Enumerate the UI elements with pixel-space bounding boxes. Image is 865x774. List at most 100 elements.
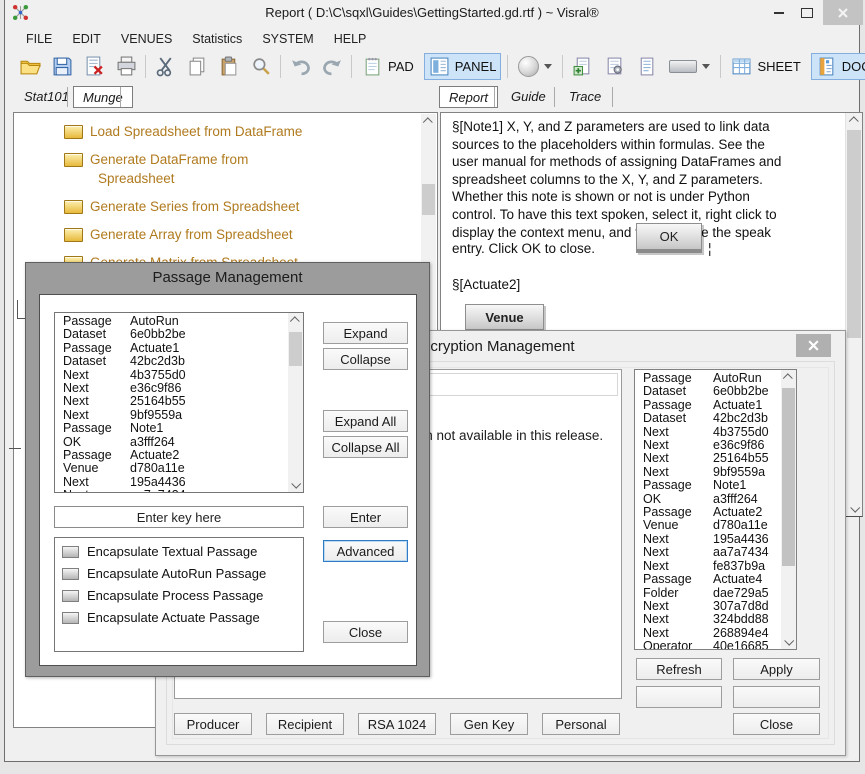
- scroll-up-arrow[interactable]: [846, 113, 862, 128]
- list-row[interactable]: Passage Actuate1: [635, 399, 781, 412]
- list-row[interactable]: Venue d780a11e: [635, 519, 781, 532]
- encryption-role-button[interactable]: Producer: [174, 713, 252, 735]
- list-row[interactable]: Next 25164b55: [55, 395, 288, 408]
- menu-item[interactable]: FILE: [17, 29, 61, 49]
- encapsulate-option[interactable]: Encapsulate Process Passage: [62, 588, 303, 603]
- undo-icon[interactable]: [287, 54, 313, 80]
- tree-item[interactable]: Generate Array from Spreadsheet: [64, 225, 364, 244]
- list-row[interactable]: Folder dae729a5: [635, 587, 781, 600]
- tab-stat101[interactable]: Stat101: [15, 86, 78, 106]
- encapsulate-option[interactable]: Encapsulate AutoRun Passage: [62, 566, 303, 581]
- advanced-button[interactable]: Advanced: [323, 540, 408, 562]
- cut-icon[interactable]: [152, 54, 178, 80]
- menu-item[interactable]: HELP: [325, 29, 376, 49]
- tree-item[interactable]: Load Spreadsheet from DataFrame: [64, 122, 364, 141]
- list-row[interactable]: Passage Actuate2: [635, 506, 781, 519]
- key-input[interactable]: [54, 506, 304, 528]
- list-row[interactable]: Operator 40e16685: [635, 640, 781, 650]
- list-scrollbar[interactable]: [781, 370, 796, 649]
- list-row[interactable]: Passage AutoRun: [55, 315, 288, 328]
- tab-guide[interactable]: Guide: [502, 86, 555, 106]
- list-row[interactable]: OK a3fff264: [635, 493, 781, 506]
- list-scrollbar[interactable]: [288, 313, 303, 492]
- encryption-role-button[interactable]: RSA 1024: [358, 713, 436, 735]
- insert-process-icon[interactable]: [601, 54, 627, 80]
- delete-document-icon[interactable]: [81, 54, 107, 80]
- pad-button[interactable]: PAD: [358, 54, 418, 79]
- encapsulate-list[interactable]: Encapsulate Textual Passage Encapsulate …: [54, 537, 304, 652]
- list-row[interactable]: Venue d780a11e: [55, 462, 288, 475]
- expand-all-button[interactable]: Expand All: [323, 410, 408, 432]
- list-row[interactable]: Next 307a7d8d: [635, 600, 781, 613]
- list-row[interactable]: Passage Note1: [55, 422, 288, 435]
- encapsulate-option[interactable]: Encapsulate Actuate Passage: [62, 610, 303, 625]
- menu-item[interactable]: SYSTEM: [253, 29, 322, 49]
- menu-item[interactable]: VENUES: [112, 29, 181, 49]
- menu-item[interactable]: Statistics: [183, 29, 251, 49]
- list-row[interactable]: Dataset 42bc2d3b: [55, 355, 288, 368]
- apply-button[interactable]: Apply: [733, 658, 820, 680]
- doc-button[interactable]: DOC: [811, 53, 865, 80]
- report-scrollbar[interactable]: [845, 113, 862, 516]
- scroll-up-arrow[interactable]: [288, 313, 303, 328]
- scroll-thumb[interactable]: [422, 184, 435, 215]
- close-button[interactable]: [823, 0, 863, 25]
- scroll-down-arrow[interactable]: [288, 477, 303, 492]
- list-row[interactable]: Next fe837b9a: [635, 560, 781, 573]
- tab-report[interactable]: Report: [439, 86, 498, 108]
- list-row[interactable]: Next 25164b55: [635, 452, 781, 465]
- insert-sheet-icon[interactable]: [569, 54, 595, 80]
- list-row[interactable]: Next 4b3755d0: [635, 426, 781, 439]
- sphere-button[interactable]: [514, 54, 556, 79]
- list-row[interactable]: Next 195a4436: [55, 476, 288, 489]
- insert-doc-icon[interactable]: [633, 54, 659, 80]
- copy-icon[interactable]: [184, 54, 210, 80]
- list-row[interactable]: Dataset 42bc2d3b: [635, 412, 781, 425]
- refresh-button[interactable]: Refresh: [636, 658, 722, 680]
- list-row[interactable]: Next 9bf9559a: [55, 409, 288, 422]
- tree-item[interactable]: Generate Series from Spreadsheet: [64, 197, 364, 216]
- list-row[interactable]: Passage AutoRun: [635, 372, 781, 385]
- tab-munge[interactable]: Munge: [73, 86, 133, 108]
- scroll-up-arrow[interactable]: [781, 370, 796, 385]
- open-folder-icon[interactable]: [17, 54, 43, 80]
- list-row[interactable]: Dataset 6e0bb2be: [55, 328, 288, 341]
- scroll-down-arrow[interactable]: [846, 501, 862, 516]
- print-icon[interactable]: [113, 54, 139, 80]
- search-icon[interactable]: [248, 54, 274, 80]
- list-row[interactable]: Next 9bf9559a: [635, 466, 781, 479]
- scroll-thumb[interactable]: [847, 130, 861, 338]
- list-row[interactable]: Next aa7a7434: [55, 489, 288, 493]
- list-row[interactable]: Next 324bdd88: [635, 613, 781, 626]
- save-icon[interactable]: [49, 54, 75, 80]
- paste-icon[interactable]: [216, 54, 242, 80]
- list-row[interactable]: Next aa7a7434: [635, 546, 781, 559]
- list-row[interactable]: Next 4b3755d0: [55, 369, 288, 382]
- close-button[interactable]: [796, 334, 831, 357]
- scroll-up-arrow[interactable]: [421, 114, 436, 129]
- encryption-role-button[interactable]: Recipient: [266, 713, 344, 735]
- list-row[interactable]: Next 268894e4: [635, 627, 781, 640]
- redo-icon[interactable]: [319, 54, 345, 80]
- tree-item[interactable]: Generate DataFrame from Spreadsheet: [64, 150, 364, 188]
- scroll-thumb[interactable]: [782, 388, 795, 566]
- list-row[interactable]: Next 195a4436: [635, 533, 781, 546]
- minimize-button[interactable]: [765, 0, 793, 25]
- encapsulate-option[interactable]: Encapsulate Textual Passage: [62, 544, 303, 559]
- encryption-role-button[interactable]: Gen Key: [450, 713, 528, 735]
- list-row[interactable]: Next e36c9f86: [55, 382, 288, 395]
- venue-button[interactable]: Venue: [465, 304, 544, 332]
- expand-button[interactable]: Expand: [323, 322, 408, 344]
- enter-button[interactable]: Enter: [323, 506, 408, 528]
- ok-button[interactable]: OK: [636, 223, 702, 253]
- collapse-button[interactable]: Collapse: [323, 348, 408, 370]
- list-row[interactable]: Passage Actuate1: [55, 342, 288, 355]
- scroll-thumb[interactable]: [289, 332, 302, 366]
- list-row[interactable]: Next e36c9f86: [635, 439, 781, 452]
- maximize-button[interactable]: [793, 0, 821, 25]
- tab-trace[interactable]: Trace: [560, 86, 610, 106]
- passage-entry-list[interactable]: Passage AutoRun Dataset 6e0bb2be Passage: [54, 312, 304, 493]
- list-row[interactable]: Passage Actuate2: [55, 449, 288, 462]
- collapse-all-button[interactable]: Collapse All: [323, 436, 408, 458]
- menu-item[interactable]: EDIT: [63, 29, 109, 49]
